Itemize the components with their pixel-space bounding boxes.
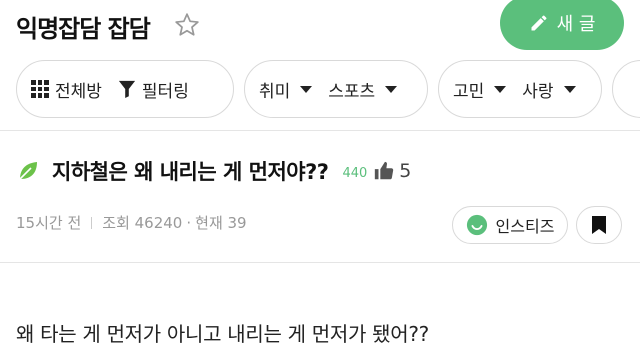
category-love-label: 사랑 bbox=[522, 81, 554, 102]
smile-icon bbox=[466, 214, 487, 236]
category-group-a: 취미 스포츠 bbox=[244, 60, 428, 118]
caret-down-icon bbox=[563, 85, 576, 93]
like-count: 5 bbox=[399, 160, 412, 182]
write-button[interactable]: 새 글 bbox=[500, 0, 624, 50]
leaf-icon bbox=[19, 162, 37, 180]
post-views: 조회 46240 bbox=[102, 214, 183, 232]
page: 익명잡담 잡담 새 글 전체방 필터링 취미 스포츠 고민 사랑 지하철은 왜 … bbox=[0, 0, 640, 360]
post-title-row: 지하철은 왜 내리는 게 먼저야?? 440 5 bbox=[16, 154, 411, 188]
category-love-dropdown[interactable]: 사랑 bbox=[514, 69, 583, 109]
all-rooms-button[interactable]: 전체방 bbox=[23, 69, 110, 109]
filtering-label: 필터링 bbox=[141, 81, 189, 102]
category-worry-label: 고민 bbox=[453, 81, 485, 102]
source-label: 인스티즈 bbox=[495, 217, 555, 236]
caret-down-icon bbox=[494, 85, 507, 93]
divider bbox=[0, 262, 640, 263]
board-title: 익명잡담 잡담 bbox=[16, 15, 151, 43]
source-button[interactable]: 인스티즈 bbox=[452, 206, 568, 244]
bookmark-icon bbox=[592, 216, 606, 234]
divider bbox=[0, 130, 640, 131]
header: 익명잡담 잡담 새 글 bbox=[0, 0, 640, 52]
filter-bar: 전체방 필터링 취미 스포츠 고민 사랑 bbox=[0, 60, 640, 120]
filtering-button[interactable]: 필터링 bbox=[110, 69, 197, 109]
post-title: 지하철은 왜 내리는 게 먼저야?? bbox=[52, 160, 329, 184]
bookmark-button[interactable] bbox=[576, 206, 622, 244]
thumbs-up-icon[interactable] bbox=[373, 160, 395, 182]
post-current-viewers: 현재 39 bbox=[195, 214, 247, 232]
category-hobby-dropdown[interactable]: 취미 bbox=[251, 69, 320, 109]
category-group-b: 고민 사랑 bbox=[438, 60, 602, 118]
write-button-label: 새 글 bbox=[556, 14, 596, 35]
post-meta: 15시간 전 조회 46240 · 현재 39 bbox=[16, 212, 247, 233]
funnel-icon bbox=[118, 80, 136, 98]
meta-divider bbox=[91, 216, 93, 229]
all-rooms-label: 전체방 bbox=[55, 81, 102, 102]
category-sports-label: 스포츠 bbox=[328, 81, 376, 102]
post-badge-count: 440 bbox=[342, 165, 368, 181]
view-controls: 전체방 필터링 bbox=[16, 60, 234, 118]
category-hobby-label: 취미 bbox=[259, 81, 291, 102]
caret-down-icon bbox=[300, 85, 313, 93]
grid-icon bbox=[31, 80, 49, 98]
category-sports-dropdown[interactable]: 스포츠 bbox=[320, 69, 405, 109]
pencil-icon bbox=[531, 15, 547, 31]
post-time: 15시간 전 bbox=[16, 214, 82, 232]
meta-dot: · bbox=[186, 213, 192, 232]
post-body: 왜 타는 게 먼저가 아니고 내리는 게 먼저가 됐어?? bbox=[16, 322, 429, 346]
category-worry-dropdown[interactable]: 고민 bbox=[445, 69, 514, 109]
caret-down-icon bbox=[385, 85, 398, 93]
star-icon[interactable] bbox=[174, 12, 200, 38]
category-group-more[interactable] bbox=[612, 60, 640, 118]
